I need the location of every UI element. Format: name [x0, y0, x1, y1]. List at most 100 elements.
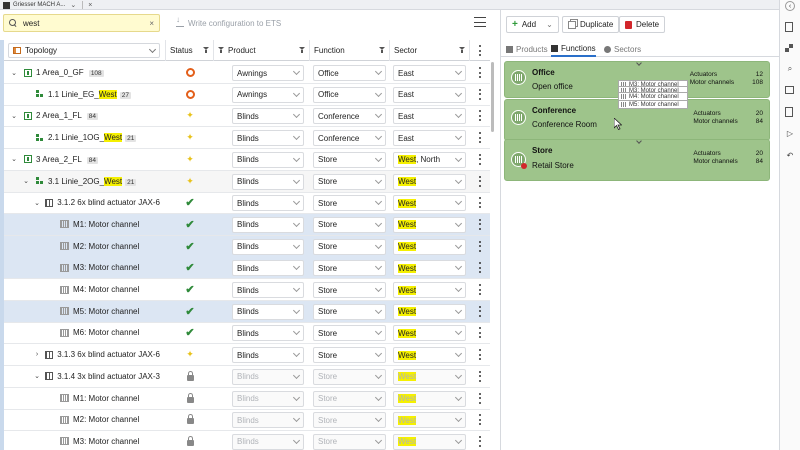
sector-select[interactable]: West — [393, 260, 466, 277]
chevron-down-icon[interactable]: ⌄ — [10, 155, 18, 163]
duplicate-button[interactable]: Duplicate — [562, 16, 620, 33]
page-icon[interactable] — [785, 107, 793, 117]
chevron-right-icon[interactable]: › — [34, 351, 40, 358]
table-row[interactable]: M4: Motor channel ✔ Blinds Store West — [4, 279, 490, 301]
function-select[interactable]: Store — [313, 195, 386, 212]
topology-select[interactable]: Topology — [8, 43, 160, 58]
row-more-icon[interactable] — [478, 110, 481, 122]
row-more-icon[interactable] — [478, 327, 481, 339]
product-select[interactable]: Awnings — [232, 65, 304, 81]
row-more-icon[interactable] — [478, 370, 481, 382]
table-row[interactable]: ⌄ 3 Area_2_FL 84 ✦ Blinds Store West, North — [4, 149, 490, 171]
table-row[interactable]: › 3.1.3 6x blind actuator JAX-6 ✦ Blinds Sto… — [4, 344, 490, 367]
add-dropdown-icon[interactable]: ⌄ — [546, 20, 553, 29]
sector-select[interactable]: West — [393, 282, 466, 298]
product-select[interactable]: Blinds — [232, 282, 304, 298]
table-row[interactable]: M3: Motor channel Blinds Store West — [4, 431, 490, 450]
function-select[interactable]: Store — [313, 303, 386, 320]
add-button[interactable]: + Add ⌄ — [506, 16, 559, 33]
row-more-icon[interactable] — [478, 349, 481, 361]
product-select[interactable]: Blinds — [232, 108, 304, 125]
table-row[interactable]: M2: Motor channel ✔ Blinds Store West — [4, 235, 490, 258]
header-status[interactable]: Status — [166, 40, 214, 61]
product-select[interactable]: Blinds — [232, 325, 304, 342]
clear-search-icon[interactable]: × — [149, 19, 154, 28]
header-product[interactable]: Product — [214, 40, 310, 61]
product-select[interactable]: Blinds — [232, 130, 304, 147]
product-select[interactable]: Blinds — [232, 260, 304, 277]
header-more-icon[interactable] — [478, 45, 481, 56]
table-row[interactable]: M1: Motor channel Blinds Store West — [4, 388, 490, 410]
row-more-icon[interactable] — [478, 240, 481, 252]
tab-functions[interactable]: Functions — [551, 41, 596, 57]
menu-icon[interactable] — [474, 17, 486, 27]
filter-icon[interactable] — [203, 47, 209, 53]
sector-select[interactable]: East — [393, 108, 466, 125]
product-select[interactable]: Blinds — [232, 216, 304, 233]
chevron-down-icon[interactable]: ⌄ — [22, 177, 30, 185]
back-icon[interactable]: ‹ — [785, 1, 795, 11]
row-more-icon[interactable] — [478, 153, 481, 165]
table-row[interactable]: ⌄ 3.1.2 6x blind actuator JAX-6 ✔ Blinds Sto… — [4, 192, 490, 215]
table-scrollbar[interactable] — [491, 62, 494, 132]
sector-select[interactable]: West — [393, 325, 466, 342]
function-card-store[interactable]: Store Retail Store Actuators 20 Motor cha… — [504, 138, 770, 181]
product-select[interactable]: Awnings — [232, 86, 304, 103]
function-select[interactable]: Store — [313, 216, 386, 233]
sector-select[interactable]: West — [393, 216, 466, 233]
tab-sectors[interactable]: Sectors — [604, 41, 641, 57]
row-more-icon[interactable] — [478, 132, 481, 144]
sector-select[interactable]: West — [393, 347, 466, 364]
product-select[interactable]: Blinds — [232, 347, 304, 364]
write-configuration-button[interactable]: Write configuration to ETS — [172, 14, 285, 32]
sector-select[interactable]: East — [393, 65, 466, 81]
row-more-icon[interactable] — [478, 305, 481, 317]
product-select[interactable]: Blinds — [232, 238, 304, 255]
table-icon[interactable] — [785, 86, 794, 94]
function-select[interactable]: Store — [313, 325, 386, 342]
table-row[interactable]: ⌄ 3.1.4 3x blind actuator JAX-3 Blinds Stor… — [4, 366, 490, 388]
row-more-icon[interactable] — [478, 284, 481, 295]
row-more-icon[interactable] — [478, 218, 481, 230]
row-more-icon[interactable] — [478, 175, 481, 187]
header-function[interactable]: Function — [310, 40, 390, 61]
sector-select[interactable]: East — [393, 86, 466, 103]
sector-select[interactable]: West, North — [393, 151, 466, 168]
search-box[interactable]: × — [3, 14, 160, 32]
function-select[interactable]: Office — [313, 65, 386, 81]
document-icon[interactable] — [785, 22, 793, 32]
header-sector[interactable]: Sector — [390, 40, 470, 61]
table-row[interactable]: M2: Motor channel Blinds Store West — [4, 409, 490, 432]
function-select[interactable]: Store — [313, 173, 386, 190]
play-icon[interactable]: ▷ — [785, 128, 795, 138]
table-row[interactable]: 1.1 Linie_EG_West 27 Awnings Office East — [4, 84, 490, 106]
table-row[interactable]: M1: Motor channel ✔ Blinds Store West — [4, 213, 490, 236]
function-select[interactable]: Store — [313, 282, 386, 298]
table-row[interactable]: M6: Motor channel ✔ Blinds Store West — [4, 322, 490, 345]
delete-button[interactable]: Delete — [619, 16, 666, 33]
undo-icon[interactable]: ↶ — [785, 150, 795, 160]
tab-dropdown-icon[interactable]: ⌄ — [70, 1, 76, 9]
product-select[interactable]: Blinds — [232, 303, 304, 320]
product-select[interactable]: Blinds — [232, 173, 304, 190]
comment-icon[interactable]: ⌕ — [785, 64, 795, 74]
row-more-icon[interactable] — [478, 262, 481, 274]
filter-icon[interactable] — [459, 47, 465, 53]
table-row[interactable]: M3: Motor channel ✔ Blinds Store West — [4, 257, 490, 280]
sector-select[interactable]: West — [393, 195, 466, 212]
filter-icon[interactable] — [218, 47, 224, 53]
sector-select[interactable]: East — [393, 130, 466, 147]
filter-icon[interactable] — [379, 47, 385, 53]
function-select[interactable]: Store — [313, 151, 386, 168]
function-select[interactable]: Office — [313, 86, 386, 103]
function-select[interactable]: Conference — [313, 130, 386, 147]
row-more-icon[interactable] — [478, 392, 481, 404]
table-row[interactable]: 2.1 Linie_1OG_West 21 ✦ Blinds Conference Eas… — [4, 127, 490, 150]
row-more-icon[interactable] — [478, 67, 481, 78]
chevron-down-icon[interactable]: ⌄ — [34, 372, 40, 380]
tab-products[interactable]: Products — [506, 41, 548, 57]
product-select[interactable]: Blinds — [232, 151, 304, 168]
function-select[interactable]: Store — [313, 238, 386, 255]
product-select[interactable]: Blinds — [232, 195, 304, 212]
chevron-down-icon[interactable]: ⌄ — [34, 199, 40, 207]
